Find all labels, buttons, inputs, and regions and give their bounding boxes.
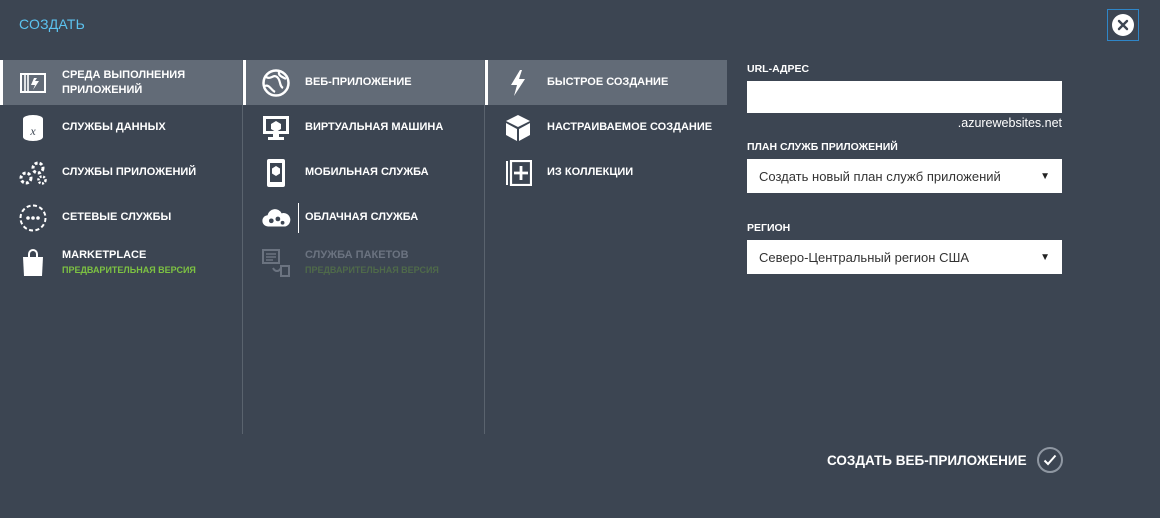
service-cloud-label: ОБЛАЧНАЯ СЛУЖБА: [305, 211, 419, 223]
web-app-form: URL-АДРЕС .azurewebsites.net ПЛАН СЛУЖБ …: [747, 60, 1062, 274]
category-network-services[interactable]: СЕТЕВЫЕ СЛУЖБЫ: [0, 195, 242, 240]
service-mobile-label: МОБИЛЬНАЯ СЛУЖБА: [305, 166, 429, 178]
app-services-icon: [18, 158, 48, 188]
preview-badge: ПРЕДВАРИТЕЛЬНАЯ ВЕРСИЯ: [62, 264, 196, 275]
create-web-app-label: СОЗДАТЬ ВЕБ-ПРИЛОЖЕНИЕ: [827, 452, 1027, 468]
method-quick-create-label: БЫСТРОЕ СОЗДАНИЕ: [547, 76, 669, 88]
method-from-gallery-label: ИЗ КОЛЛЕКЦИИ: [547, 166, 634, 178]
service-batch: СЛУЖБА ПАКЕТОВ ПРЕДВАРИТЕЛЬНАЯ ВЕРСИЯ: [243, 240, 485, 285]
web-app-globe-icon: [261, 68, 291, 98]
close-button[interactable]: [1107, 9, 1139, 41]
data-services-icon: x: [18, 113, 48, 143]
category-compute-label: СРЕДА ВЫПОЛНЕНИЯ ПРИЛОЖЕНИЙ: [62, 68, 186, 96]
service-batch-label: СЛУЖБА ПАКЕТОВ: [305, 248, 409, 261]
preview-badge: ПРЕДВАРИТЕЛЬНАЯ ВЕРСИЯ: [305, 264, 439, 275]
service-web-app[interactable]: ВЕБ-ПРИЛОЖЕНИЕ: [243, 60, 485, 105]
category-network-services-label: СЕТЕВЫЕ СЛУЖБЫ: [62, 211, 172, 223]
close-icon: [1112, 14, 1134, 36]
dropdown-arrow-icon: ▼: [1040, 170, 1050, 182]
category-column: СРЕДА ВЫПОЛНЕНИЯ ПРИЛОЖЕНИЙ x СЛУЖБЫ ДАН…: [0, 60, 242, 434]
plan-select[interactable]: Создать новый план служб приложений ▼: [747, 159, 1062, 193]
category-compute[interactable]: СРЕДА ВЫПОЛНЕНИЯ ПРИЛОЖЕНИЙ: [0, 60, 242, 105]
url-input[interactable]: [747, 81, 1062, 113]
method-custom-create-label: НАСТРАИВАЕМОЕ СОЗДАНИЕ: [547, 121, 713, 133]
create-web-app-button[interactable]: СОЗДАТЬ ВЕБ-ПРИЛОЖЕНИЕ: [827, 447, 1063, 473]
checkmark-icon: [1036, 447, 1063, 473]
network-services-icon: [18, 203, 48, 233]
service-virtual-machine[interactable]: ВИРТУАЛЬНАЯ МАШИНА: [243, 105, 485, 150]
method-custom-create[interactable]: НАСТРАИВАЕМОЕ СОЗДАНИЕ: [485, 105, 727, 150]
lightning-icon: [503, 68, 533, 98]
dialog-title: СОЗДАТЬ: [19, 16, 86, 32]
region-label: РЕГИОН: [747, 222, 791, 234]
category-marketplace[interactable]: MARKETPLACE ПРЕДВАРИТЕЛЬНАЯ ВЕРСИЯ: [0, 240, 242, 285]
service-mobile[interactable]: МОБИЛЬНАЯ СЛУЖБА: [243, 150, 485, 195]
category-app-services[interactable]: СЛУЖБЫ ПРИЛОЖЕНИЙ: [0, 150, 242, 195]
region-select[interactable]: Северо-Центральный регион США ▼: [747, 240, 1062, 274]
method-quick-create[interactable]: БЫСТРОЕ СОЗДАНИЕ: [485, 60, 727, 105]
category-app-services-label: СЛУЖБЫ ПРИЛОЖЕНИЙ: [62, 166, 197, 178]
custom-create-box-icon: [503, 113, 533, 143]
method-from-gallery[interactable]: ИЗ КОЛЛЕКЦИИ: [485, 150, 727, 195]
text-cursor: [298, 203, 299, 233]
category-marketplace-label: MARKETPLACE: [62, 248, 147, 261]
plan-select-value: Создать новый план служб приложений: [759, 168, 1001, 184]
plan-label: ПЛАН СЛУЖБ ПРИЛОЖЕНИЙ: [747, 141, 898, 153]
category-data-services[interactable]: x СЛУЖБЫ ДАННЫХ: [0, 105, 242, 150]
service-cloud[interactable]: ОБЛАЧНАЯ СЛУЖБА: [243, 195, 485, 240]
category-data-services-label: СЛУЖБЫ ДАННЫХ: [62, 121, 166, 133]
url-suffix: .azurewebsites.net: [957, 116, 1062, 130]
svg-text:x: x: [29, 124, 36, 138]
service-web-app-label: ВЕБ-ПРИЛОЖЕНИЕ: [305, 76, 412, 88]
service-column: ВЕБ-ПРИЛОЖЕНИЕ ВИРТУАЛЬНАЯ МАШИНА МОБИЛЬ…: [242, 60, 485, 434]
gallery-plus-icon: [503, 158, 533, 188]
service-virtual-machine-label: ВИРТУАЛЬНАЯ МАШИНА: [305, 121, 444, 133]
cloud-service-icon: [261, 203, 291, 233]
marketplace-bag-icon: [18, 248, 48, 278]
region-select-value: Северо-Центральный регион США: [759, 249, 970, 265]
create-method-column: БЫСТРОЕ СОЗДАНИЕ НАСТРАИВАЕМОЕ СОЗДАНИЕ …: [484, 60, 727, 434]
virtual-machine-icon: [261, 113, 291, 143]
url-label: URL-АДРЕС: [747, 63, 810, 75]
mobile-service-icon: [261, 158, 291, 188]
dropdown-arrow-icon: ▼: [1040, 251, 1050, 263]
batch-service-icon: [261, 248, 291, 278]
compute-icon: [18, 68, 48, 98]
